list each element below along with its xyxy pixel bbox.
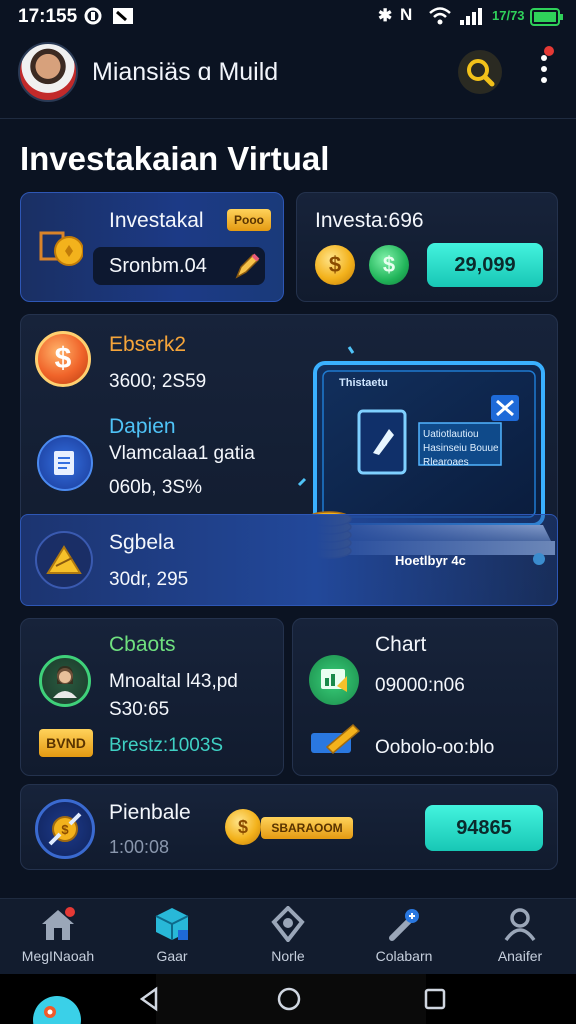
notification-icon xyxy=(112,6,134,26)
feature-item2-sub: Vlamcalaa1 gatia xyxy=(109,443,255,464)
header-divider xyxy=(0,118,576,119)
screen-text-3: Rlearoaes xyxy=(423,457,469,468)
bottom-card-title: Pienbale xyxy=(109,801,191,824)
signal-icon xyxy=(458,6,486,26)
nav-item-user[interactable]: Anaifer xyxy=(470,906,570,970)
bluetooth-icon: ✱ xyxy=(378,6,393,25)
coin-icon xyxy=(39,229,84,269)
laptop-caption: Hoetlbyr 4c xyxy=(395,553,466,568)
screen-text-2: Hasinseiu Bouue xyxy=(423,443,499,454)
invest-card[interactable]: Investakal Pooo Sronbm.04 xyxy=(20,192,284,302)
edit-icon[interactable] xyxy=(233,251,261,281)
shield-icon xyxy=(271,906,305,942)
dollar-coin-icon: $ xyxy=(35,331,91,387)
feature-item1-title: Ebserk2 xyxy=(109,333,187,356)
invest-value-field[interactable]: Sronbm.04 xyxy=(93,247,265,285)
nav-label-shield: Norle xyxy=(271,948,305,964)
nfc-icon: N xyxy=(400,5,413,24)
warning-icon xyxy=(35,531,93,589)
home-icon xyxy=(42,907,75,940)
nav-item-home[interactable]: MegINaoah xyxy=(8,906,108,970)
more-menu-button[interactable] xyxy=(534,46,554,94)
wifi-icon xyxy=(428,6,452,26)
chart-card-title: Chart xyxy=(375,633,427,656)
nav-item-shield[interactable]: Norle xyxy=(238,906,338,970)
user-name: Miansiäs ɑ Muild xyxy=(92,58,279,86)
battery-icon xyxy=(530,8,564,26)
tools-icon xyxy=(389,909,419,941)
feature-highlight-row[interactable]: Sgbela 30dr, 295 Hoetlbyr 4c xyxy=(20,514,558,606)
green-coin-icon: $ xyxy=(369,245,409,285)
bottom-card-sub: 1:00:08 xyxy=(109,837,170,857)
invest-summary-card[interactable]: Investa:696 $ $ 29,099 xyxy=(296,192,558,302)
bottom-banner: SBARAOOM xyxy=(261,817,353,839)
medal-icon: $ xyxy=(35,799,95,859)
nav-label-tools: Colabarn xyxy=(375,948,433,964)
feature-item3-value: 30dr, 295 xyxy=(109,569,189,590)
status-time: 17:155 xyxy=(18,6,78,27)
cube-icon xyxy=(155,908,189,940)
invest-amount-button[interactable]: 29,099 xyxy=(427,243,543,287)
stats-line2: S30:65 xyxy=(109,699,170,720)
page-title: Investakaian Virtual xyxy=(20,140,330,177)
bottom-amount-button[interactable]: 94865 xyxy=(425,805,543,851)
home-button[interactable] xyxy=(274,984,304,1014)
nav-label-user: Anaifer xyxy=(497,948,543,964)
feature-item2-value: 060b, 3S% xyxy=(109,477,202,498)
feature-item2-title: Dapien xyxy=(109,415,176,438)
stats-card[interactable]: Cbaots Mnoaltal l43,pd S30:65 BVND Brest… xyxy=(20,618,284,776)
back-icon xyxy=(139,986,158,1012)
invest-card-badge: Pooo xyxy=(227,209,271,231)
invest-summary-title: Investa:696 xyxy=(315,209,424,232)
chart-line2: Oobolo-oo:blo xyxy=(375,737,495,758)
document-icon xyxy=(37,435,93,491)
nav-item-tools[interactable]: Colabarn xyxy=(354,906,454,970)
screen-title: Thistaetu xyxy=(339,377,388,389)
recents-button[interactable] xyxy=(420,984,450,1014)
invest-card-title: Investakal xyxy=(109,209,204,232)
svg-text:$: $ xyxy=(61,822,69,837)
stats-badge: BVND xyxy=(39,729,93,757)
feature-item1-value: 3600; 2S59 xyxy=(109,371,207,392)
home-circle-icon xyxy=(277,987,301,1011)
nav-item-cube[interactable]: Gaar xyxy=(122,906,222,970)
invest-card-value: Sronbm.04 xyxy=(109,255,207,277)
stats-card-title: Cbaots xyxy=(109,633,176,656)
profile-icon xyxy=(39,655,91,707)
back-button[interactable] xyxy=(134,984,164,1014)
nav-label-cube: Gaar xyxy=(156,948,188,964)
coin-icon: $ xyxy=(225,809,261,845)
chart-card[interactable]: Chart 09000:n06 Oobolo-oo:blo xyxy=(292,618,558,776)
assistant-bubble-icon[interactable] xyxy=(30,990,84,1024)
p-icon xyxy=(84,6,102,26)
chart-line1: 09000:n06 xyxy=(375,675,465,696)
avatar[interactable] xyxy=(18,42,78,102)
notification-dot xyxy=(544,46,554,56)
user-icon xyxy=(504,908,536,942)
stats-line1: Mnoaltal l43,pd xyxy=(109,671,238,692)
search-icon xyxy=(467,59,495,87)
bottom-card[interactable]: $ Pienbale 1:00:08 $ SBARAOOM 94865 xyxy=(20,784,558,870)
dollar-coin-icon: $ xyxy=(315,245,355,285)
status-bar: 17:155 ✱ N 17/73 xyxy=(0,0,576,34)
screen-text-1: Uatiotlautiou xyxy=(423,429,479,440)
nav-label-home: MegINaoah xyxy=(21,948,95,964)
recents-icon xyxy=(424,988,446,1010)
feature-item3-title: Sgbela xyxy=(109,531,175,554)
search-button[interactable] xyxy=(458,50,502,94)
stats-line3: Brestz:1003S xyxy=(109,735,224,756)
battery-text: 17/73 xyxy=(492,8,525,23)
pencil-icon xyxy=(309,723,361,757)
chart-icon xyxy=(309,655,359,705)
